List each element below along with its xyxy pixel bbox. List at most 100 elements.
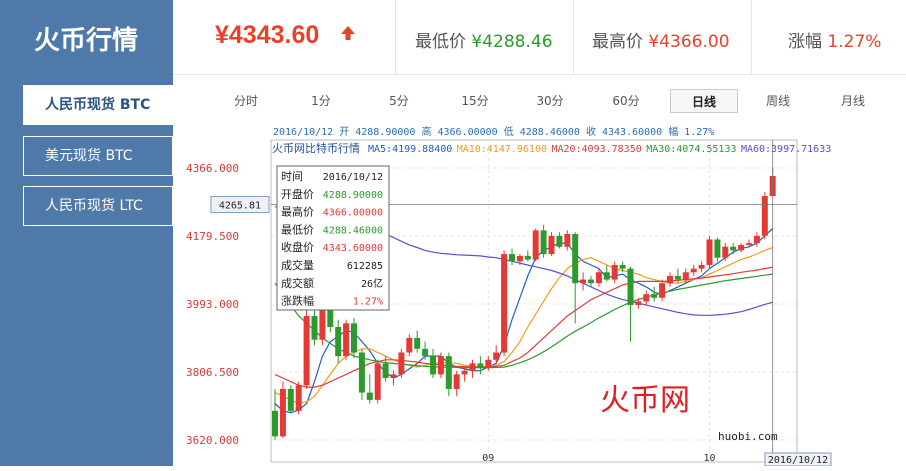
tab-weekly[interactable]: 周线 [744,89,812,113]
tab-60min[interactable]: 60分 [592,89,660,113]
tooltip-label: 最低价 [281,223,314,236]
y-tick-label: 3993.000 [186,298,239,311]
tab-daily[interactable]: 日线 [670,89,738,113]
candle-body [303,316,310,386]
candle-body [714,239,721,258]
candle-body [580,279,587,284]
candle-body [556,235,563,247]
candle-body [469,363,476,371]
low-price-label: 最低价 [415,32,466,52]
candle-body [667,275,673,284]
ma-legend-item: MA30:4074.55133 [646,144,736,155]
ma-legend-item: MA20:4093.78350 [551,144,641,155]
high-price-cell: 最高价 ¥4366.00 [574,0,752,75]
candle-body [374,363,381,400]
candle-body [335,326,342,357]
candlestick-chart[interactable]: 4366.000 4179.500 3993.000 3806.500 3620.000… [173,120,906,467]
high-price-value: ¥4366.00 [648,32,730,52]
candle-body [272,410,278,437]
ma-legend-item: MA10:4147.96100 [457,144,547,155]
candle-body [548,235,555,255]
candle-body [674,275,681,280]
candle-body [564,233,571,247]
tab-15min[interactable]: 15分 [441,89,509,113]
summary-line: 2016/10/12 开 4288.90000 高 4366.00000 低 4… [273,125,714,138]
candle-body [595,272,602,284]
candle-body [509,254,515,262]
candle-body [635,301,642,306]
candle-body [532,230,539,260]
tooltip-label: 收盘价 [281,240,314,254]
x-tick-label: 09 [482,453,494,464]
candle-body [698,264,705,269]
tooltip-label: 成交量 [281,258,314,272]
period-tabs: 分时 1分 5分 15分 30分 60分 日线 周线 月线 [212,89,906,113]
y-tick-label: 4179.500 [186,230,239,243]
ma-legend: MA5:4199.88400 MA10:4147.96100 MA20:4093.7… [368,144,831,155]
tab-1min[interactable]: 1分 [287,89,355,113]
site-label: huobi.com [718,430,778,443]
candle-body [398,352,405,375]
candle-body [279,388,286,437]
candle-body [295,385,302,411]
current-price-cell: ¥4343.60 [173,0,396,75]
candle-body [319,308,326,340]
candle-body [422,348,429,357]
price-header: ¥4343.60 最低价 ¥4288.46 最高价 ¥4366.00 涨幅 1.… [173,0,906,75]
candle-body [682,272,689,280]
candle-body [572,233,579,284]
tooltip-value: 4343.60000 [323,243,383,254]
high-price-label: 最高价 [592,32,643,52]
candle-body [366,392,373,400]
candle-body [619,264,626,269]
tab-monthly[interactable]: 月线 [819,89,887,113]
sidebar-item-usd-btc[interactable]: 美元现货 BTC [23,136,173,176]
candle-body [414,337,421,349]
candle-body [690,268,697,273]
tooltip-value: 4288.46000 [323,225,383,236]
candle-body [287,388,294,411]
candle-body [461,370,468,375]
ma-legend-item: MA5:4199.88400 [368,144,452,155]
crosshair-x-label: 2016/10/12 [768,455,828,466]
tooltip-value: 26亿 [361,277,383,290]
candle-body [351,323,357,353]
candle-body [659,283,666,298]
tab-timeshare[interactable]: 分时 [212,89,280,113]
tooltip-value: 4366.00000 [323,208,383,219]
candle-body [445,356,452,389]
candle-body [493,352,500,360]
candle-body [524,255,531,260]
chart-canvas[interactable]: 4366.000 4179.500 3993.000 3806.500 3620.000… [173,120,906,467]
candle-body [588,279,594,284]
sidebar-item-cny-ltc[interactable]: 人民币现货 LTC [23,186,173,226]
candle-body [485,359,492,368]
candle-body [358,352,365,393]
tab-5min[interactable]: 5分 [365,89,433,113]
candle-body [627,268,634,306]
crosshair-y-label: 4265.81 [219,201,261,212]
candle-body [611,264,618,280]
candle-body [327,308,334,327]
candle-body [343,323,350,357]
x-tick-label: 10 [703,453,715,464]
candle-body [501,254,508,353]
chart-title: 火币网比特币行情 [272,141,360,155]
sidebar-item-cny-btc[interactable]: 人民币现货 BTC [23,85,173,125]
candle-body [477,363,484,368]
tab-30min[interactable]: 30分 [516,89,584,113]
candle-body [746,243,752,245]
current-price: ¥4343.60 [215,21,320,49]
tooltip-value: 2016/10/12 [323,172,383,183]
y-tick-label: 4366.000 [186,162,239,175]
ma-legend-item: MA60:3997.71633 [741,144,831,155]
candle-body [722,246,729,258]
low-price-cell: 最低价 ¥4288.46 [396,0,574,75]
tooltip-label: 开盘价 [281,187,314,201]
candle-body [753,235,760,244]
candle-body [706,239,713,265]
tooltip-value: 612285 [347,261,383,272]
y-tick-label: 3806.500 [186,366,239,379]
candle-body [761,196,768,236]
candle-body [437,356,444,375]
